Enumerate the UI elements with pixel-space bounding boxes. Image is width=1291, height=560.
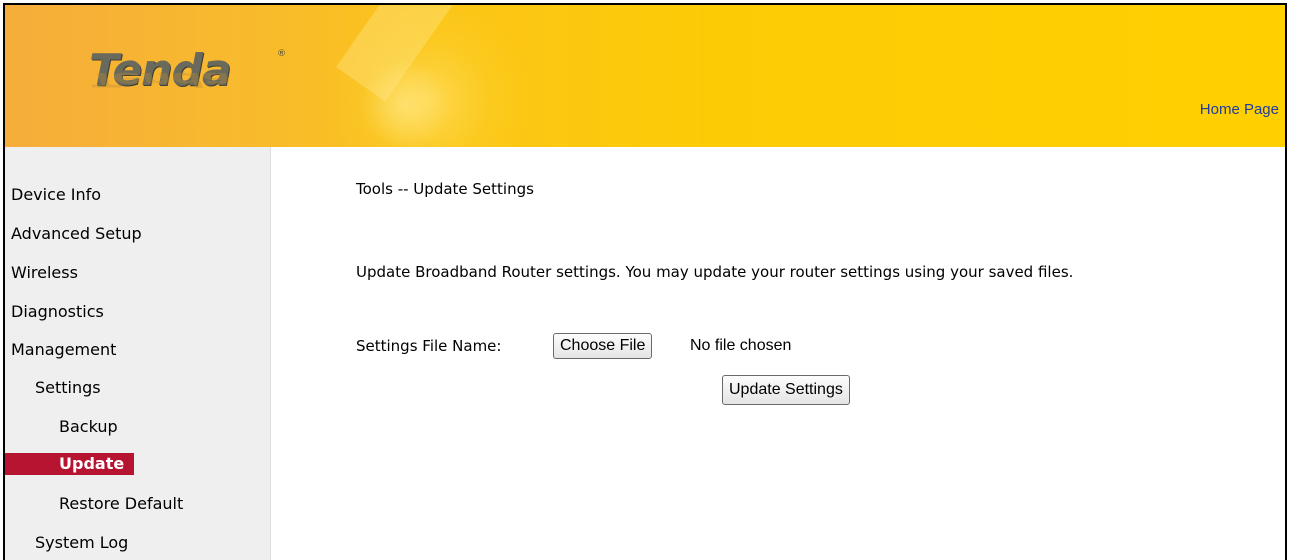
sidebar-item-device-info[interactable]: Device Info xyxy=(11,185,101,204)
update-settings-button[interactable]: Update Settings xyxy=(722,375,850,405)
router-admin-window: Tenda ® Tenda Home Page Device Info Adva… xyxy=(3,3,1287,560)
header-banner: Tenda ® Tenda Home Page xyxy=(5,5,1285,147)
sidebar-item-update[interactable]: Update xyxy=(5,453,135,475)
sidebar-item-settings[interactable]: Settings xyxy=(35,378,101,397)
tenda-logo-reflection: Tenda xyxy=(89,68,231,91)
sidebar-item-backup[interactable]: Backup xyxy=(59,417,118,436)
sidebar-item-management[interactable]: Management xyxy=(11,340,116,359)
sidebar-item-wireless[interactable]: Wireless xyxy=(11,263,78,282)
sidebar-item-system-log[interactable]: System Log xyxy=(35,533,128,552)
file-status-text: No file chosen xyxy=(690,337,792,354)
sidebar-nav: Device Info Advanced Setup Wireless Diag… xyxy=(5,147,271,560)
settings-file-label: Settings File Name: xyxy=(356,337,502,355)
sidebar-item-restore-default[interactable]: Restore Default xyxy=(59,494,183,513)
choose-file-button[interactable]: Choose File xyxy=(553,333,653,359)
main-content: Tools -- Update Settings Update Broadban… xyxy=(270,147,1285,560)
sidebar-item-advanced-setup[interactable]: Advanced Setup xyxy=(11,224,142,243)
page-description: Update Broadband Router settings. You ma… xyxy=(356,263,1074,281)
logo-registered-mark: ® xyxy=(277,49,286,59)
sidebar-item-diagnostics[interactable]: Diagnostics xyxy=(11,302,104,321)
page-title: Tools -- Update Settings xyxy=(356,180,534,198)
home-page-link[interactable]: Home Page xyxy=(1200,101,1279,118)
